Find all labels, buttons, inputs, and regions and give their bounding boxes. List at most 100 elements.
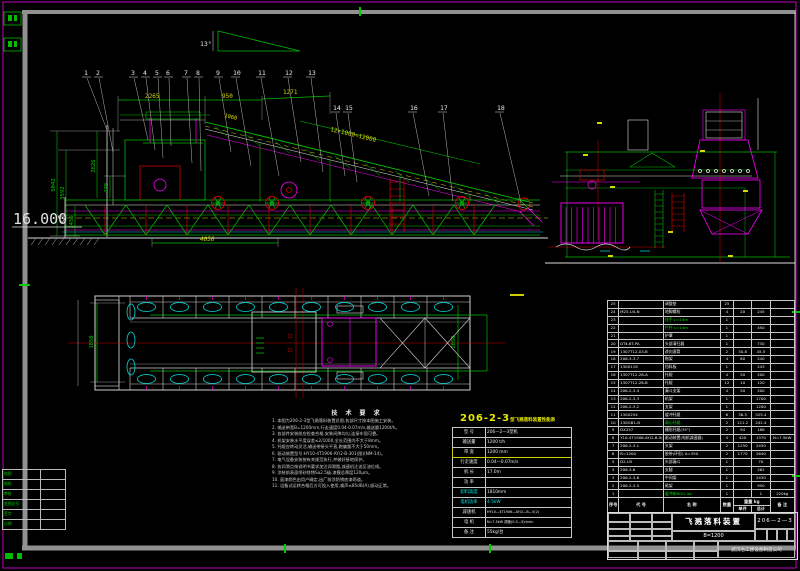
item-number: 2: [96, 69, 100, 77]
spec-value: N=7.5kW 调速(0.5—5)r/min: [486, 518, 572, 528]
stamp-label: 描校: [3, 480, 41, 490]
note-line: 10. 面漆颜色由用户确定,出厂前涂防锈底漆两道。: [272, 477, 456, 483]
elevation-view: 2265 950 1271 1060 12×1000=12000: [12, 89, 548, 247]
parts-row: 9DX257槽形托辊(35°)294188: [608, 427, 795, 435]
spec-value: 17.0m: [486, 468, 572, 478]
parts-header-row: 序号 代 号 名 称 数量 重量 kg 备 注: [608, 498, 795, 506]
item-number: 3: [131, 69, 135, 77]
parts-cell-no: 4: [608, 466, 619, 474]
spec-label: 输送量: [453, 438, 486, 448]
parts-cell-code: Y10-4T1906-AY/2-B-5(2): [619, 435, 664, 443]
item-number: 15: [345, 104, 353, 112]
parts-row: 7206-2-3.1头架212502450: [608, 443, 795, 451]
parts-row: 17130X118挡料板1243: [608, 364, 795, 372]
parts-cell-qty: 1: [720, 395, 733, 403]
parts-cell-no: 22: [608, 324, 619, 332]
notes-lines: 1. 本图为206-2-3型飞溅落料装置总图,各部尺寸按本图施工安装。2. 输送…: [272, 418, 456, 489]
parts-cell-remark: [770, 443, 794, 451]
scale-cells: [755, 529, 795, 541]
spec-code: 206-2-3: [460, 413, 510, 424]
parts-cell-unit: [733, 332, 751, 340]
spec-label: 带 宽: [453, 448, 486, 458]
parts-cell-no: 12: [608, 403, 619, 411]
item-number: 13: [308, 69, 316, 77]
parts-cell-total: 45.5: [752, 348, 770, 356]
parts-cell-unit: [733, 301, 751, 309]
parts-cell-remark: [770, 458, 794, 466]
parts-cell-name: 漏斗支架: [663, 387, 720, 395]
parts-cell-code: [619, 490, 664, 498]
parts-cell-qty: 1: [720, 474, 733, 482]
parts-cell-code: [619, 301, 664, 309]
parts-cell-unit: [733, 340, 751, 348]
parts-cell-unit: [733, 403, 751, 411]
parts-row: 151307T12-26-B托辊1210120: [608, 379, 795, 387]
parts-cell-no: 21: [608, 332, 619, 340]
corner-mark-box: [4, 38, 21, 51]
parts-cell-total: 188: [752, 427, 770, 435]
parts-cell-unit: 60: [733, 356, 751, 364]
parts-cell-unit: 50: [733, 387, 751, 395]
parts-row: 4206-3-6支腿1262: [608, 466, 795, 474]
spec-value: [486, 478, 572, 488]
parts-cell-unit: 94: [733, 427, 751, 435]
slope-triangle: 13°: [200, 31, 300, 51]
parts-cell-no: 25: [608, 301, 619, 309]
parts-cell-name: 头部漏斗: [663, 458, 720, 466]
parts-cell-unit: [733, 474, 751, 482]
parts-cell-qty: 2: [720, 443, 733, 451]
parts-cell-qty: 1: [720, 332, 733, 340]
parts-cell-code: [619, 316, 664, 324]
parts-cell-name: 护罩: [663, 332, 720, 340]
spec-label: 行走速度: [453, 458, 486, 468]
parts-cell-remark: [770, 348, 794, 356]
parts-cell-no: 9: [608, 427, 619, 435]
parts-cell-qty: 1: [720, 340, 733, 348]
parts-cell-name: 托辊: [663, 372, 720, 380]
dim-470: 470: [104, 183, 110, 193]
parts-cell-total: 450: [752, 324, 770, 332]
parts-cell-total: 1370: [752, 435, 770, 443]
item-number: 8: [196, 69, 200, 77]
dim-4050: 4050: [200, 236, 215, 243]
parts-cell-remark: N=7.5kW: [770, 435, 794, 443]
parts-cell-total: [752, 301, 770, 309]
item-number: 12: [285, 69, 293, 77]
parts-cell-name: 栏杆 L=14m: [663, 324, 720, 332]
stamp-label: 底图总号: [3, 500, 41, 510]
parts-cell-code: 206-3-6: [619, 466, 664, 474]
dim-3592: 3592: [60, 186, 66, 199]
parts-cell-qty: 2: [720, 450, 733, 458]
parts-cell-name: 托辊: [663, 379, 720, 387]
note-line: 11. 设备试运转合格后方可投入使用,噪声≤85dB(A),振动正常。: [272, 483, 456, 489]
parts-row: 3206-2-3.6中间架12430: [608, 474, 795, 482]
parts-cell-code: 130GB1-N: [619, 419, 664, 427]
parts-cell-remark: [770, 419, 794, 427]
parts-cell-name: 胶带(环形) A=350: [663, 450, 720, 458]
parts-cell-unit: [733, 482, 751, 490]
note-line: 4. 机架安装水平度误差≤2/1000,全长范围内不大于8mm。: [272, 438, 456, 444]
parts-cell-no: 16: [608, 372, 619, 380]
parts-cell-qty: 25: [720, 301, 733, 309]
item-number: 11: [258, 69, 266, 77]
parts-cell-code: B=1200: [619, 450, 664, 458]
parts-cell-unit: [733, 490, 751, 498]
parts-row: 191307T12-03-B改向滚筒230.845.5: [608, 348, 795, 356]
spec-label: 电 机: [453, 518, 486, 528]
parts-row: 2206-2-3.5尾架1950: [608, 482, 795, 490]
angle-label: 13°: [200, 40, 212, 48]
parts-row: 18206-3-3.7拖架460240: [608, 356, 795, 364]
parts-cell-no: 8: [608, 435, 619, 443]
parts-cell-name: 尾架: [663, 482, 720, 490]
parts-cell-name: 地脚螺栓: [663, 308, 720, 316]
product-name: 飞溅落料装置: [672, 513, 755, 531]
spec-value: 4.5kW: [486, 498, 572, 508]
parts-cell-total: 2450: [752, 443, 770, 451]
parts-cell-qty: 12: [720, 379, 733, 387]
parts-cell-remark: [770, 301, 794, 309]
parts-cell-total: 120: [752, 379, 770, 387]
parts-cell-code: [619, 332, 664, 340]
dim-5042: 5042: [51, 178, 57, 191]
note-line: 7. 电气设备安装按有关规范执行,并做好接地保护。: [272, 457, 456, 463]
item-number: 16: [410, 104, 418, 112]
